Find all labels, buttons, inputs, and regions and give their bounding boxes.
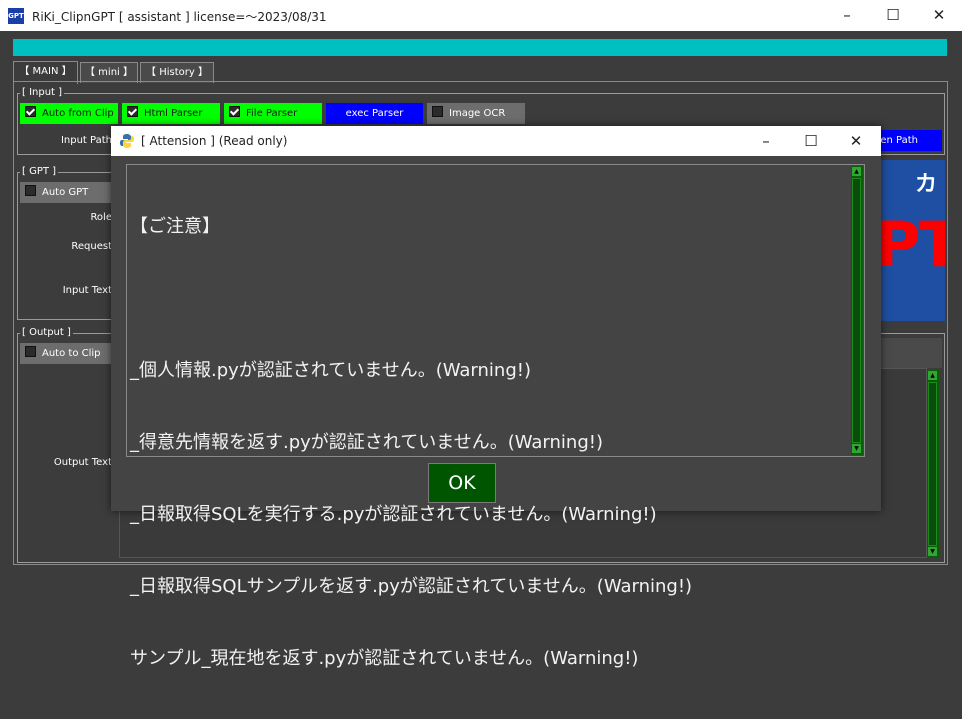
- output-scrollbar[interactable]: ▲ ▼: [927, 370, 939, 558]
- scroll-down-icon[interactable]: ▼: [928, 547, 937, 556]
- checkbox-icon: [432, 106, 443, 117]
- banner-text: PT: [879, 208, 945, 281]
- python-icon: [119, 133, 135, 149]
- html-parser-label: Html Parser: [144, 108, 203, 119]
- exec-parser-button[interactable]: exec Parser: [326, 103, 423, 124]
- minimize-button[interactable]: –: [824, 0, 870, 31]
- input-text-label: Input Text: [62, 285, 112, 296]
- html-parser-toggle[interactable]: Html Parser: [122, 103, 220, 124]
- status-strip: [13, 39, 947, 56]
- auto-from-clip-label: Auto from Clip: [42, 108, 114, 119]
- file-parser-toggle[interactable]: File Parser: [224, 103, 322, 124]
- dialog-message: 【ご注意】 _個人情報.pyが認証されていません。(Warning!) _得意先…: [130, 167, 845, 719]
- dialog-title: [ Attension ] (Read only): [141, 134, 288, 148]
- maximize-button[interactable]: ☐: [870, 0, 916, 31]
- app-icon: GPT: [8, 8, 24, 24]
- message-line: [130, 287, 845, 311]
- message-line: _日報取得SQLサンプルを返す.pyが認証されていません。(Warning!): [130, 576, 693, 597]
- role-label: Role: [90, 212, 112, 223]
- message-line: _日報取得SQLを実行する.pyが認証されていません。(Warning!): [130, 504, 657, 525]
- checkbox-icon: [25, 185, 36, 196]
- checkbox-icon: [25, 346, 36, 357]
- output-toolbar-area: [880, 338, 942, 368]
- checkbox-icon: [25, 106, 36, 117]
- scroll-down-icon[interactable]: ▼: [852, 444, 861, 453]
- message-line: _個人情報.pyが認証されていません。(Warning!): [130, 360, 531, 381]
- message-line: 【ご注意】: [130, 216, 220, 237]
- dialog-close-button[interactable]: ✕: [833, 126, 879, 156]
- auto-to-clip-label: Auto to Clip: [42, 348, 101, 359]
- dialog-maximize-button[interactable]: ☐: [788, 126, 834, 156]
- attention-dialog: [ Attension ] (Read only) – ☐ ✕ 【ご注意】 _個…: [111, 126, 881, 669]
- dialog-minimize-button[interactable]: –: [743, 126, 789, 156]
- input-path-label: Input Path: [60, 135, 112, 146]
- image-ocr-label: Image OCR: [449, 108, 506, 119]
- message-line: サンプル_現在地を返す.pyが認証されていません。(Warning!): [130, 648, 639, 669]
- scroll-thumb[interactable]: [928, 382, 937, 546]
- banner-kana: カ: [915, 172, 938, 197]
- main-window-titlebar: GPT RiKi_ClipnGPT [ assistant ] license=…: [0, 0, 962, 31]
- scroll-up-icon[interactable]: ▲: [928, 371, 937, 380]
- dialog-titlebar: [ Attension ] (Read only) – ☐ ✕: [111, 126, 881, 156]
- scroll-up-icon[interactable]: ▲: [852, 167, 861, 176]
- auto-from-clip-toggle[interactable]: Auto from Clip: [20, 103, 118, 124]
- checkbox-icon: [229, 106, 240, 117]
- image-ocr-toggle[interactable]: Image OCR: [427, 103, 525, 124]
- request-label: Request: [71, 241, 112, 252]
- output-text-label: Output Text: [53, 457, 112, 468]
- tab-history[interactable]: 【 History 】: [140, 62, 214, 83]
- window-title: RiKi_ClipnGPT [ assistant ] license=～202…: [32, 10, 327, 24]
- gpt-frame-label: [ GPT ]: [20, 166, 59, 177]
- auto-to-clip-toggle[interactable]: Auto to Clip: [20, 343, 112, 364]
- auto-gpt-toggle[interactable]: Auto GPT: [20, 182, 112, 203]
- dialog-message-area[interactable]: 【ご注意】 _個人情報.pyが認証されていません。(Warning!) _得意先…: [126, 164, 865, 669]
- checkbox-icon: [127, 106, 138, 117]
- tab-mini[interactable]: 【 mini 】: [80, 62, 138, 83]
- file-parser-label: File Parser: [246, 108, 298, 119]
- message-line: _得意先情報を返す.pyが認証されていません。(Warning!): [130, 432, 603, 453]
- scroll-thumb[interactable]: [852, 178, 861, 443]
- dialog-scrollbar[interactable]: ▲ ▼: [851, 166, 863, 455]
- input-frame-label: [ Input ]: [20, 87, 65, 98]
- output-frame-label: [ Output ]: [20, 327, 73, 338]
- auto-gpt-label: Auto GPT: [42, 187, 89, 198]
- clipngpt-banner-image: カ PT: [879, 160, 945, 321]
- ok-button[interactable]: OK: [428, 463, 496, 503]
- close-button[interactable]: ✕: [916, 0, 962, 31]
